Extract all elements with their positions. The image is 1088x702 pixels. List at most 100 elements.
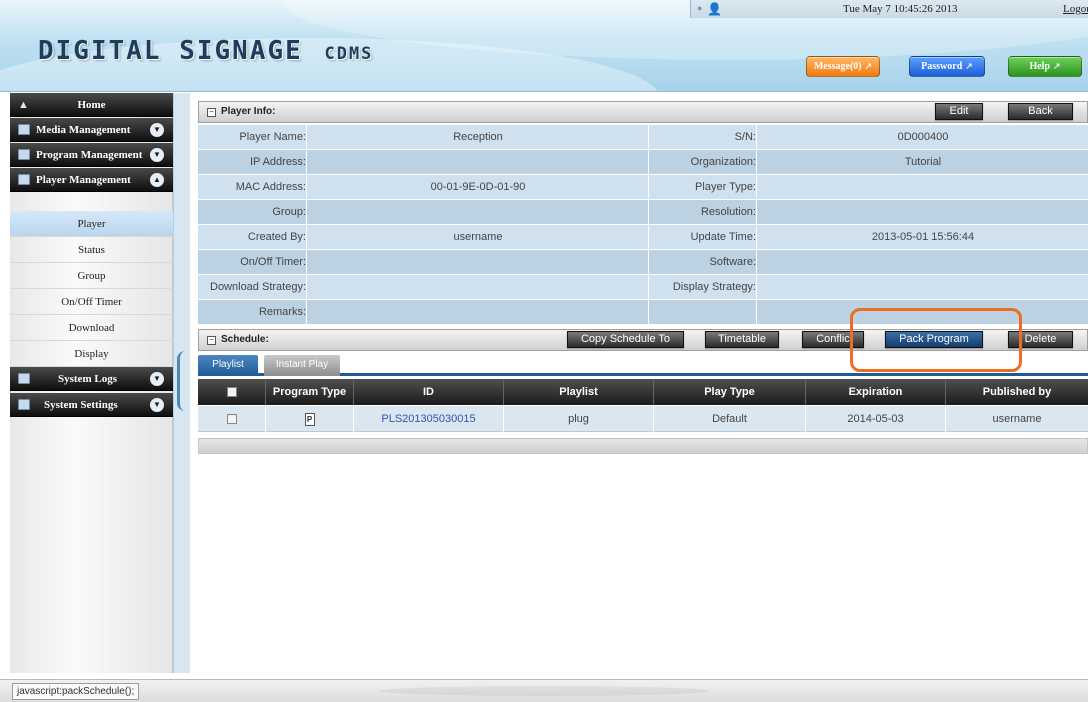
cell-divider [648, 275, 649, 300]
info-row: MAC Address: 00-01-9E-0D-01-90 Player Type… [198, 175, 1088, 200]
info-label: Resolution: [700, 206, 756, 218]
select-all-checkbox-cell [198, 379, 266, 405]
password-label: Password [921, 61, 963, 72]
message-button[interactable]: Message(0) ↗ [806, 56, 880, 77]
logout-link[interactable]: Logou [1063, 3, 1088, 15]
cell-divider [756, 250, 757, 275]
playlist-cell: plug [504, 406, 654, 432]
chevron-down-icon[interactable]: ▼ [150, 148, 164, 162]
collapse-icon[interactable]: − [207, 336, 216, 345]
cell-divider [648, 150, 649, 175]
sidebar-menu-label: System Logs [58, 373, 117, 385]
player-info-grid: Player Name: Reception S/N: 0D000400 IP Addr… [198, 125, 1088, 325]
status-url: javascript:packSchedule(); [12, 683, 140, 700]
collapse-notch-icon[interactable] [177, 351, 185, 411]
info-label: Group: [272, 206, 306, 218]
info-row: On/Off Timer: Software: [198, 250, 1088, 275]
playlist-id-link[interactable]: PLS201305030015 [354, 406, 504, 432]
sidebar-item-group[interactable]: Group [10, 263, 173, 289]
sidebar-item-onoff-timer[interactable]: On/Off Timer [10, 289, 173, 315]
pack-program-button[interactable]: Pack Program [885, 331, 983, 348]
datetime: Tue May 7 10:45:26 2013 [843, 3, 958, 15]
app-logo: DIGITAL SIGNAGE CDMS [38, 36, 373, 66]
info-label: S/N: [734, 131, 756, 143]
back-button[interactable]: Back [1008, 103, 1073, 120]
info-label: Player Type: [695, 181, 756, 193]
sidebar-menu-program[interactable]: Program Management ▼ [10, 143, 173, 167]
select-all-checkbox[interactable] [226, 387, 237, 398]
info-value: username [453, 231, 503, 243]
sidebar: ▲ Home Media Management ▼ Program Manage… [10, 93, 173, 673]
cell-divider [648, 225, 649, 250]
sidebar-menu-label: Player Management [36, 174, 131, 186]
tab-playlist[interactable]: Playlist [198, 355, 258, 376]
logo-main: DIGITAL SIGNAGE [38, 36, 303, 66]
info-row: Created By: username Update Time: 2013-05-0… [198, 225, 1088, 250]
sidebar-item-display[interactable]: Display [10, 341, 173, 367]
help-label: Help [1029, 61, 1050, 72]
cell-divider [756, 300, 757, 325]
schedule-title: Schedule: [221, 334, 269, 345]
column-header-published-by[interactable]: Published by [946, 379, 1088, 405]
conflict-button[interactable]: Conflic [802, 331, 864, 348]
sidebar-menu-label: Home [77, 99, 106, 111]
tab-instant-play[interactable]: Instant Play [264, 355, 340, 376]
sidebar-menu-label: Program Management [36, 149, 143, 161]
sidebar-collapse-handle[interactable] [173, 93, 190, 673]
sidebar-item-status[interactable]: Status [10, 237, 173, 263]
row-checkbox[interactable] [226, 414, 237, 425]
sidebar-menu-label: System Settings [44, 399, 118, 411]
info-label: Organization: [690, 156, 756, 168]
help-button[interactable]: Help ↗ [1008, 56, 1082, 77]
arrow-icon: ↗ [864, 61, 873, 71]
schedule-tabs: Playlist Instant Play [198, 353, 1088, 376]
cell-divider [306, 175, 307, 200]
message-label: Message(0) [813, 61, 862, 72]
table-row: P PLS201305030015 plug Default 2014-05-0… [198, 406, 1088, 432]
cell-divider [306, 250, 307, 275]
info-label: MAC Address: [235, 181, 306, 193]
sidebar-menu-home[interactable]: ▲ Home [10, 93, 173, 117]
copy-schedule-button[interactable]: Copy Schedule To [567, 331, 684, 348]
column-header-play-type[interactable]: Play Type [654, 379, 806, 405]
user-icon[interactable]: 👤 [707, 2, 722, 16]
cell-divider [756, 125, 757, 150]
settings-icon [18, 399, 30, 410]
top-info-bar: ● 👤 Tue May 7 10:45:26 2013 Logou [690, 0, 1088, 18]
table-footer [198, 438, 1088, 454]
column-header-id[interactable]: ID [354, 379, 504, 405]
schedule-table-header: Program Type ID Playlist Play Type Expir… [198, 379, 1088, 405]
sidebar-menu-system-logs[interactable]: System Logs ▼ [10, 367, 173, 391]
sidebar-menu-label: Media Management [36, 124, 131, 136]
column-header-program-type[interactable]: Program Type [266, 379, 354, 405]
column-header-expiration[interactable]: Expiration [806, 379, 946, 405]
chevron-down-icon[interactable]: ▼ [150, 398, 164, 412]
play-type-cell: Default [654, 406, 806, 432]
delete-button[interactable]: Delete [1008, 331, 1073, 348]
sidebar-menu-system-settings[interactable]: System Settings ▼ [10, 393, 173, 417]
info-row: Group: Resolution: [198, 200, 1088, 225]
edit-button[interactable]: Edit [935, 103, 983, 120]
chevron-down-icon[interactable]: ▼ [150, 123, 164, 137]
timetable-button[interactable]: Timetable [705, 331, 779, 348]
cell-divider [306, 225, 307, 250]
info-row: Player Name: Reception S/N: 0D000400 [198, 125, 1088, 150]
sidebar-item-player[interactable]: Player [10, 211, 173, 237]
sidebar-menu-media[interactable]: Media Management ▼ [10, 118, 173, 142]
cell-divider [756, 175, 757, 200]
cell-divider [306, 200, 307, 225]
cell-divider [306, 125, 307, 150]
chevron-up-icon[interactable]: ▲ [150, 173, 164, 187]
cell-divider [648, 300, 649, 325]
password-button[interactable]: Password ↗ [909, 56, 985, 77]
sidebar-item-download[interactable]: Download [10, 315, 173, 341]
info-label: Software: [709, 256, 756, 268]
status-bar-decoration [380, 686, 710, 696]
logs-icon [18, 373, 30, 384]
collapse-icon[interactable]: − [207, 108, 216, 117]
column-header-playlist[interactable]: Playlist [504, 379, 654, 405]
info-label: Player Name: [239, 131, 306, 143]
info-value: 0D000400 [897, 131, 949, 143]
chevron-down-icon[interactable]: ▼ [150, 372, 164, 386]
sidebar-menu-player[interactable]: Player Management ▲ [10, 168, 173, 192]
